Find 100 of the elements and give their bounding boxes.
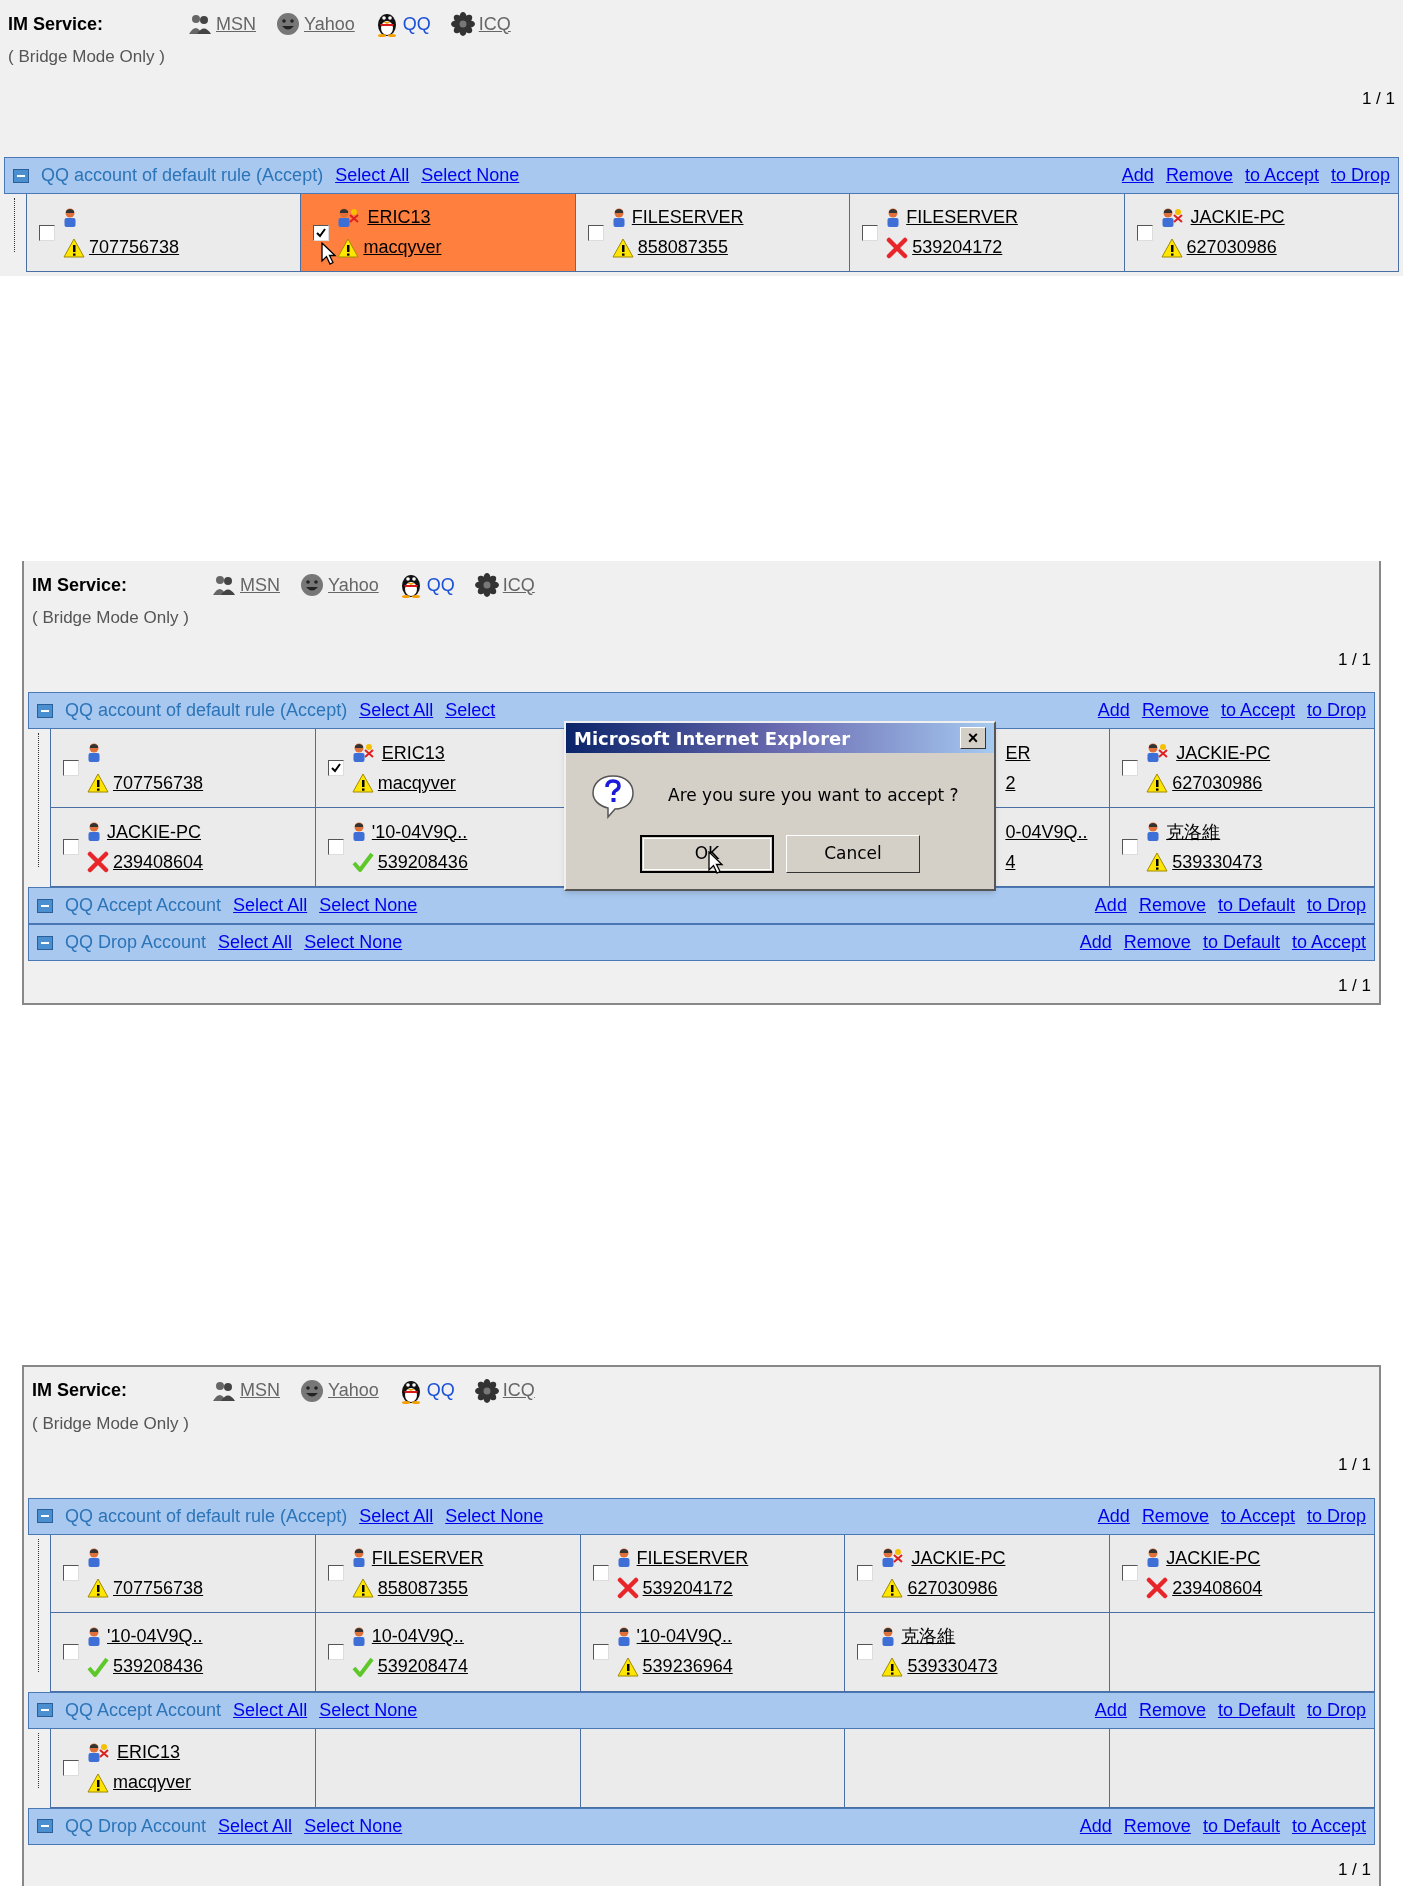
account-id-link[interactable]: 539330473 <box>1172 848 1263 876</box>
account-id-link[interactable]: 539204172 <box>642 1574 733 1602</box>
account-name-link[interactable]: '10-04V9Q.. <box>371 818 468 846</box>
action-link[interactable]: Add <box>1094 892 1127 919</box>
account-id-link[interactable]: 2 <box>1005 772 1110 794</box>
service-tab[interactable]: ICQ <box>474 571 535 599</box>
account-name-link[interactable]: FILESERVER <box>371 1544 484 1572</box>
close-button[interactable]: × <box>960 727 986 749</box>
account-id-link[interactable]: 239408604 <box>1172 1574 1263 1602</box>
action-link[interactable]: to Drop <box>1306 697 1366 724</box>
action-link[interactable]: Add <box>1097 1502 1130 1530</box>
account-name-link[interactable]: ERIC13 <box>117 1739 181 1766</box>
service-tab[interactable]: Yahoo <box>300 1377 379 1404</box>
action-link[interactable]: to Default <box>1217 1696 1295 1724</box>
action-link[interactable]: to Accept <box>1291 1812 1366 1840</box>
account-id-link[interactable]: 539208436 <box>113 1653 204 1680</box>
checkbox[interactable] <box>63 1759 79 1776</box>
collapse-icon[interactable] <box>13 168 29 183</box>
account-id-link[interactable]: macqyver <box>363 234 442 261</box>
account-name-link[interactable]: '10-04V9Q.. <box>107 1623 203 1650</box>
select-link[interactable]: Select None <box>421 162 520 189</box>
service-tab[interactable]: QQ <box>374 10 431 38</box>
action-link[interactable]: Add <box>1097 697 1130 724</box>
service-tab[interactable]: ICQ <box>474 1377 535 1404</box>
action-link[interactable]: to Drop <box>1306 1696 1366 1724</box>
account-name-link[interactable]: 0-04V9Q.. <box>1005 821 1110 843</box>
account-id-link[interactable]: macqyver <box>113 1769 192 1796</box>
dialog-button[interactable]: Cancel <box>786 835 920 873</box>
select-link[interactable]: Select None <box>304 1812 403 1840</box>
select-link[interactable]: Select All <box>335 162 410 189</box>
account-id-link[interactable]: 707756738 <box>89 234 180 261</box>
account-name-link[interactable]: 10-04V9Q.. <box>371 1623 464 1650</box>
select-link[interactable]: Select All <box>218 1812 293 1840</box>
select-link[interactable]: Select None <box>445 1502 544 1530</box>
checkbox[interactable] <box>1122 839 1139 855</box>
action-link[interactable]: to Accept <box>1220 1502 1295 1530</box>
account-id-link[interactable]: 858087355 <box>637 234 728 261</box>
action-link[interactable]: to Default <box>1217 892 1295 919</box>
account-id-link[interactable]: 4 <box>1005 851 1110 873</box>
service-tab[interactable]: MSN <box>212 571 280 599</box>
checkbox[interactable] <box>857 1565 874 1581</box>
action-link[interactable]: Remove <box>1138 1696 1206 1724</box>
account-id-link[interactable]: 539330473 <box>907 1653 998 1680</box>
checkbox[interactable] <box>327 1565 344 1581</box>
action-link[interactable]: to Drop <box>1306 1502 1366 1530</box>
action-link[interactable]: Remove <box>1123 1812 1191 1840</box>
collapse-icon[interactable] <box>37 898 53 913</box>
checkbox[interactable] <box>592 1643 609 1660</box>
account-id-link[interactable]: 627030986 <box>907 1574 998 1602</box>
action-link[interactable]: to Default <box>1202 1812 1280 1840</box>
checkbox[interactable] <box>1136 224 1153 241</box>
collapse-icon[interactable] <box>37 935 53 950</box>
account-name-link[interactable]: 克洛維 <box>1166 818 1221 846</box>
collapse-icon[interactable] <box>37 1509 53 1523</box>
action-link[interactable]: to Accept <box>1291 929 1366 956</box>
checkbox[interactable] <box>63 1565 79 1581</box>
account-name-link[interactable]: FILESERVER <box>631 204 744 231</box>
service-tab[interactable]: MSN <box>188 10 256 38</box>
collapse-icon[interactable] <box>37 703 53 718</box>
action-link[interactable]: to Accept <box>1220 697 1295 724</box>
service-tab[interactable]: Yahoo <box>276 10 355 38</box>
checkbox[interactable] <box>39 224 55 241</box>
account-name-link[interactable]: JACKIE-PC <box>911 1544 1006 1572</box>
account-name-link[interactable]: JACKIE-PC <box>1190 204 1285 231</box>
account-name-link[interactable]: FILESERVER <box>636 1544 749 1572</box>
account-id-link[interactable]: 539204172 <box>912 234 1003 261</box>
checkbox[interactable] <box>587 224 604 241</box>
service-tab[interactable]: MSN <box>212 1377 280 1404</box>
account-name-link[interactable]: ERIC13 <box>367 204 431 231</box>
checkbox[interactable] <box>592 1565 609 1581</box>
account-id-link[interactable]: 627030986 <box>1172 769 1263 797</box>
service-tab[interactable]: Yahoo <box>300 571 379 599</box>
checkbox[interactable] <box>63 1643 79 1660</box>
select-link[interactable]: Select None <box>319 892 418 919</box>
action-link[interactable]: Remove <box>1123 929 1191 956</box>
select-link[interactable]: Select <box>445 697 496 724</box>
checkbox[interactable] <box>63 839 79 855</box>
account-name-link[interactable]: JACKIE-PC <box>1166 1544 1261 1572</box>
service-tab[interactable]: ICQ <box>450 10 511 38</box>
checkbox[interactable] <box>327 760 344 776</box>
collapse-icon[interactable] <box>37 1703 53 1717</box>
action-link[interactable]: Remove <box>1141 697 1209 724</box>
account-name-link[interactable]: JACKIE-PC <box>107 818 202 846</box>
account-id-link[interactable]: 539208436 <box>377 848 468 876</box>
account-name-link[interactable]: ER <box>1005 742 1110 764</box>
account-id-link[interactable]: 627030986 <box>1186 234 1277 261</box>
checkbox[interactable] <box>1122 1565 1139 1581</box>
action-link[interactable]: to Drop <box>1306 892 1366 919</box>
account-name-link[interactable]: JACKIE-PC <box>1176 739 1271 767</box>
account-name-link[interactable]: FILESERVER <box>906 204 1018 231</box>
account-id-link[interactable]: 539236964 <box>642 1653 733 1680</box>
checkbox[interactable] <box>857 1643 874 1660</box>
select-link[interactable]: Select All <box>233 1696 308 1724</box>
action-link[interactable]: to Accept <box>1244 162 1319 189</box>
account-name-link[interactable]: 克洛維 <box>901 1623 956 1650</box>
select-link[interactable]: Select All <box>233 892 308 919</box>
select-link[interactable]: Select None <box>319 1696 418 1724</box>
account-id-link[interactable]: 539208474 <box>377 1653 468 1680</box>
checkbox[interactable] <box>313 224 330 241</box>
action-link[interactable]: Remove <box>1141 1502 1209 1530</box>
